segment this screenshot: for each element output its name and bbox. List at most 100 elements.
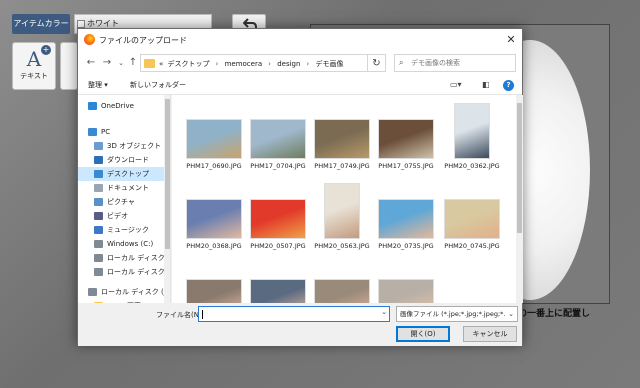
breadcrumb-demo-images[interactable]: デモ画像 [315,60,343,68]
file-item[interactable]: PHM17_0690.JPG [184,103,244,170]
desktop-icon [94,170,103,178]
photo-thumbnail [324,183,360,239]
new-folder-button[interactable]: 新しいフォルダー [130,80,186,90]
dialog-titlebar: ファイルのアップロード ✕ [78,29,522,51]
file-item[interactable]: PHM20_0563.JPG [312,183,372,250]
filename-dropdown-icon[interactable]: ⌄ [381,308,387,316]
pc-icon [88,128,97,136]
firefox-icon [84,34,95,45]
view-options-icon[interactable]: ▭▾ [450,80,462,89]
photo-thumbnail [250,199,306,239]
sidebar-item[interactable]: ローカル ディスク (J:) [78,285,170,299]
search-icon: ⌕ [399,58,404,67]
file-name: PHM20_0362.JPG [444,162,500,170]
add-text-button[interactable]: + A テキスト [12,42,56,90]
file-item[interactable]: PHM17_0749.JPG [312,103,372,170]
file-item[interactable]: PHM20_0745.JPG [442,183,502,250]
photo-thumbnail [378,279,434,303]
filetype-dropdown-icon: ⌄ [508,310,514,318]
cancel-button[interactable]: キャンセル [463,326,517,342]
navigation-pane: OneDrive PC 3D オブジェクトダウンロードデスクトップドキュメント ピクチ… [78,95,171,303]
up-arrow-icon[interactable]: ↑ [126,56,140,70]
sidebar-item[interactable]: ピクチャ [78,195,164,209]
sidebar-item[interactable]: 3D オブジェクト [78,139,164,153]
sidebar-item[interactable]: ドキュメント [78,181,164,195]
color-value: ホワイト [87,19,119,28]
dialog-title: ファイルのアップロード [99,36,187,45]
address-bar[interactable]: « デスクトップ› memocera› design› デモ画像 ⌄ [140,54,419,72]
sidebar-item[interactable]: ローカル ディスク (J: [78,265,170,279]
file-item[interactable]: PHM20_0821.JPG [312,263,372,303]
file-name: PHM17_0755.JPG [378,162,434,170]
photo-thumbnail [186,199,242,239]
sidebar-item[interactable]: PC [78,125,164,139]
text-caret [202,310,203,319]
open-button[interactable]: 開く(O) [396,326,450,342]
photo-thumbnail [444,199,500,239]
file-name: PHM20_0563.JPG [314,242,370,250]
drive-icon [94,254,103,262]
sidebar-item[interactable]: ダウンロード [78,153,164,167]
photo-thumbnail [186,279,242,303]
file-name: PHM17_0704.JPG [250,162,306,170]
help-icon[interactable]: ? [503,80,514,91]
sidebar-item-label: デスクトップ [107,170,149,178]
sidebar-item-label: 3D オブジェクト [107,142,162,150]
file-item[interactable]: PHM20_0362.JPG [442,103,502,170]
documents-icon [94,184,103,192]
file-item[interactable]: PHM20_0797.JPG [184,263,244,303]
photo-thumbnail [250,119,306,159]
breadcrumb-desktop[interactable]: デスクトップ [168,60,210,68]
organize-button[interactable]: 整理 ▾ [88,80,108,90]
sidebar-item-label: PC [101,128,111,136]
sidebar-item[interactable]: ローカル ディスク (I: [78,251,170,265]
sidebar-item[interactable]: デスクトップ [78,167,164,181]
file-item[interactable]: PHM20_0804.JPG [248,263,308,303]
file-name: PHM17_0690.JPG [186,162,242,170]
file-name: PHM20_0735.JPG [378,242,434,250]
filetype-select[interactable]: 画像ファイル (*.jpe;*.jpg;*.jpeg;*. ⌄ [396,306,518,322]
breadcrumb: « デスクトップ › memocera › design › デモ画像 [159,60,344,68]
photo-thumbnail [378,119,434,159]
sidebar-item-label: ミュージック [107,226,149,234]
sidebar-item-label: ローカル ディスク (I: [107,254,171,262]
file-list: PHM17_0690.JPG PHM17_0704.JPG PHM17_0749.J… [172,95,516,303]
photo-thumbnail [314,279,370,303]
close-button[interactable]: ✕ [500,29,522,51]
file-item[interactable]: PHM20_0507.JPG [248,183,308,250]
sidebar-item-label: ローカル ディスク (J:) [101,288,171,296]
dialog-footer: ファイル名(N): ⌄ 画像ファイル (*.jpe;*.jpg;*.jpeg;*… [78,303,522,346]
file-list-scrollbar[interactable] [516,95,523,303]
file-item[interactable]: PHM20_0735.JPG [376,183,436,250]
sidebar-item[interactable]: ミュージック [78,223,164,237]
file-item[interactable]: PHM20_0368.JPG [184,183,244,250]
breadcrumb-memocera[interactable]: memocera [225,60,263,68]
photo-thumbnail [378,199,434,239]
breadcrumb-overflow[interactable]: « [159,60,163,68]
search-input[interactable] [411,57,511,69]
second-tool-button[interactable] [60,42,78,90]
sidebar-item[interactable]: ビデオ [78,209,164,223]
sidebar-item[interactable]: OneDrive [78,99,164,113]
sidebar-scrollbar[interactable] [164,95,170,303]
file-item[interactable]: PHM17_0704.JPG [248,103,308,170]
file-name: PHM20_0745.JPG [444,242,500,250]
file-item[interactable]: PHM20_0826.JPG [376,263,436,303]
search-box[interactable]: ⌕ [394,54,516,72]
forward-arrow-icon[interactable]: → [100,56,114,70]
file-item[interactable]: PHM17_0755.JPG [376,103,436,170]
sidebar-item-label: Windows (C:) [107,240,154,248]
refresh-button[interactable]: ↻ [368,54,386,72]
address-row: ← → ⌄ ↑ « デスクトップ › memocera › design › デモ画像… [78,51,522,77]
filetype-value: 画像ファイル (*.jpe;*.jpg;*.jpeg;*. [400,310,506,318]
download-icon [94,156,103,164]
breadcrumb-design[interactable]: design [277,60,300,68]
filename-input[interactable]: ⌄ [198,306,390,322]
sidebar-item[interactable]: Windows (C:) [78,237,164,251]
back-arrow-icon[interactable]: ← [84,56,98,70]
preview-pane-icon[interactable]: ◧ [482,80,490,89]
cloud-icon [88,102,97,110]
item-color-button[interactable]: アイテムカラー [12,14,70,34]
folder-icon [144,59,155,68]
photo-thumbnail [250,279,306,303]
